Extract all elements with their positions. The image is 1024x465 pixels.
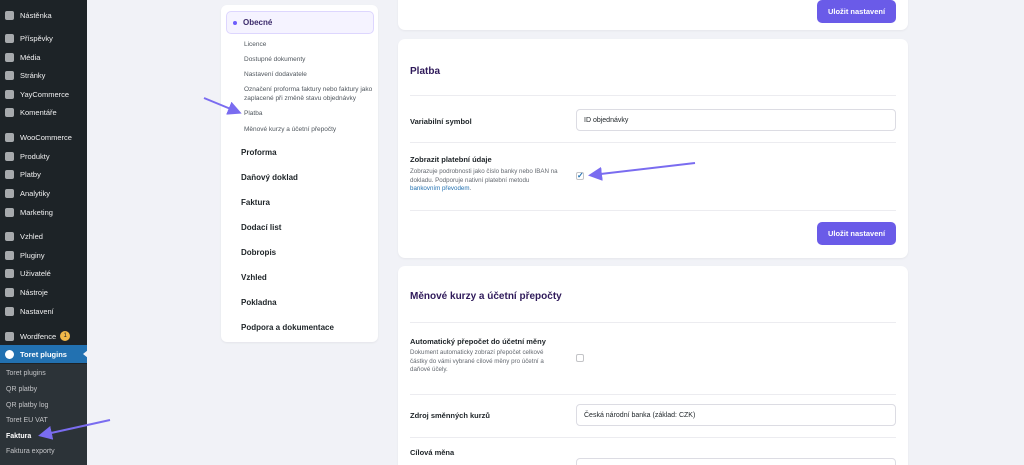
payments-icon	[5, 169, 14, 179]
divider	[410, 437, 896, 438]
appearance-icon	[5, 231, 14, 241]
menu-item-woocommerce[interactable]: WooCommerce	[0, 128, 87, 146]
nav-link-payment[interactable]: Platba	[244, 109, 374, 118]
menu-item-posts[interactable]: Příspěvky	[0, 29, 87, 47]
settings-nav: Obecné Licence Dostupné dokumenty Nastav…	[221, 5, 378, 342]
submenu-qr-platby[interactable]: QR platby	[6, 386, 37, 393]
media-icon	[5, 52, 14, 62]
comments-icon	[5, 107, 14, 117]
nav-section-tax-document[interactable]: Daňový doklad	[241, 173, 298, 182]
nav-section-credit-note[interactable]: Dobropis	[241, 248, 276, 257]
show-payment-details-checkbox[interactable]: ✓	[576, 171, 584, 180]
currency-card-title: Měnové kurzy a účetní přepočty	[410, 291, 562, 302]
divider	[410, 210, 896, 211]
products-icon	[5, 151, 14, 161]
submenu-faktura-exporty[interactable]: Faktura exporty	[6, 448, 55, 455]
settings-icon	[5, 306, 14, 316]
menu-item-wordfence[interactable]: Wordfence 1	[0, 327, 87, 345]
submenu-toret-eu-vat[interactable]: Toret EU VAT	[6, 417, 48, 424]
plugins-icon	[5, 250, 14, 260]
menu-item-users[interactable]: Uživatelé	[0, 264, 87, 282]
users-icon	[5, 268, 14, 278]
divider	[410, 322, 896, 323]
payment-card-title: Platba	[410, 66, 441, 77]
menu-item-media[interactable]: Média	[0, 48, 87, 66]
nav-link-currency-rates[interactable]: Měnové kurzy a účetní přepočty	[244, 125, 374, 134]
nav-section-appearance[interactable]: Vzhled	[241, 273, 267, 282]
nav-section-delivery-note[interactable]: Dodací list	[241, 223, 281, 232]
rate-source-select[interactable]: Česká národní banka (základ: CZK)	[576, 404, 896, 426]
variable-symbol-input[interactable]: ID objednávky	[576, 109, 896, 131]
nav-link-license[interactable]: Licence	[244, 40, 374, 49]
submenu-toret-plugins[interactable]: Toret plugins	[6, 370, 46, 377]
admin-sidebar: Nástěnka Příspěvky Média Stránky YayComm…	[0, 0, 88, 465]
save-settings-button-top[interactable]: Uložit nastavení	[817, 0, 896, 23]
target-currency-label: Cílová měna	[410, 448, 455, 457]
menu-item-marketing[interactable]: Marketing	[0, 203, 87, 221]
save-settings-button[interactable]: Uložit nastavení	[817, 222, 896, 245]
rate-source-label: Zdroj směnných kurzů	[410, 411, 491, 420]
auto-recalc-checkbox[interactable]	[576, 354, 584, 362]
wordfence-icon	[5, 331, 14, 341]
woocommerce-icon	[5, 132, 14, 142]
menu-item-appearance[interactable]: Vzhled	[0, 227, 87, 245]
nav-link-mark-paid[interactable]: Označení proforma faktury nebo faktury j…	[244, 85, 374, 103]
bank-transfer-link[interactable]: bankovním převodem	[410, 185, 470, 192]
nav-section-checkout[interactable]: Pokladna	[241, 298, 277, 307]
analytics-icon	[5, 188, 14, 198]
menu-item-analytics[interactable]: Analytiky	[0, 184, 87, 202]
pages-icon	[5, 70, 14, 80]
pin-icon	[5, 33, 14, 43]
submenu-faktura[interactable]: Faktura	[6, 433, 31, 440]
submenu-qr-platby-log[interactable]: QR platby log	[6, 402, 48, 409]
menu-item-tools[interactable]: Nástroje	[0, 283, 87, 301]
nav-section-general[interactable]: Obecné	[226, 11, 374, 34]
checkmark-icon: ✓	[577, 171, 584, 180]
divider	[410, 394, 896, 395]
divider	[410, 95, 896, 96]
menu-item-payments[interactable]: Platby	[0, 165, 87, 183]
payment-card: Platba Variabilní symbol ID objednávky Z…	[398, 39, 908, 258]
auto-recalc-help: Dokument automaticky zobrazí přepočet ce…	[410, 349, 544, 373]
nav-link-available-documents[interactable]: Dostupné dokumenty	[244, 55, 374, 64]
nav-link-supplier-settings[interactable]: Nastavení dodavatele	[244, 70, 374, 79]
show-payment-details-label: Zobrazit platební údaje	[410, 155, 492, 164]
tools-icon	[5, 287, 14, 297]
variable-symbol-label: Variabilní symbol	[410, 117, 472, 126]
auto-recalc-label: Automatický přepočet do účetní měny	[410, 337, 546, 346]
nav-section-support[interactable]: Podpora a dokumentace	[241, 323, 334, 332]
menu-item-dashboard[interactable]: Nástěnka	[0, 6, 87, 24]
menu-item-yaycommerce[interactable]: YayCommerce	[0, 85, 87, 103]
menu-item-comments[interactable]: Komentáře	[0, 103, 87, 121]
marketing-icon	[5, 207, 14, 217]
menu-item-toret-plugins[interactable]: Toret plugins	[0, 345, 88, 363]
dashboard-icon	[5, 10, 14, 20]
toret-submenu: Toret plugins QR platby QR platby log To…	[0, 364, 87, 465]
notification-badge: 1	[60, 331, 71, 341]
menu-item-products[interactable]: Produkty	[0, 147, 87, 165]
show-payment-details-help: Zobrazuje podrobnosti jako číslo banky n…	[410, 168, 558, 192]
yaycommerce-icon	[5, 89, 14, 99]
target-currency-select[interactable]	[576, 458, 896, 465]
nav-section-proforma[interactable]: Proforma	[241, 148, 277, 157]
active-dot-icon	[233, 20, 237, 25]
menu-item-plugins[interactable]: Pluginy	[0, 246, 87, 264]
menu-item-pages[interactable]: Stránky	[0, 66, 87, 84]
previous-settings-card: Uložit nastavení	[398, 0, 908, 30]
divider	[410, 142, 896, 143]
menu-item-settings[interactable]: Nastavení	[0, 302, 87, 320]
currency-card: Měnové kurzy a účetní přepočty Automatic…	[398, 266, 908, 465]
nav-section-invoice[interactable]: Faktura	[241, 198, 270, 207]
toret-icon	[5, 349, 14, 359]
